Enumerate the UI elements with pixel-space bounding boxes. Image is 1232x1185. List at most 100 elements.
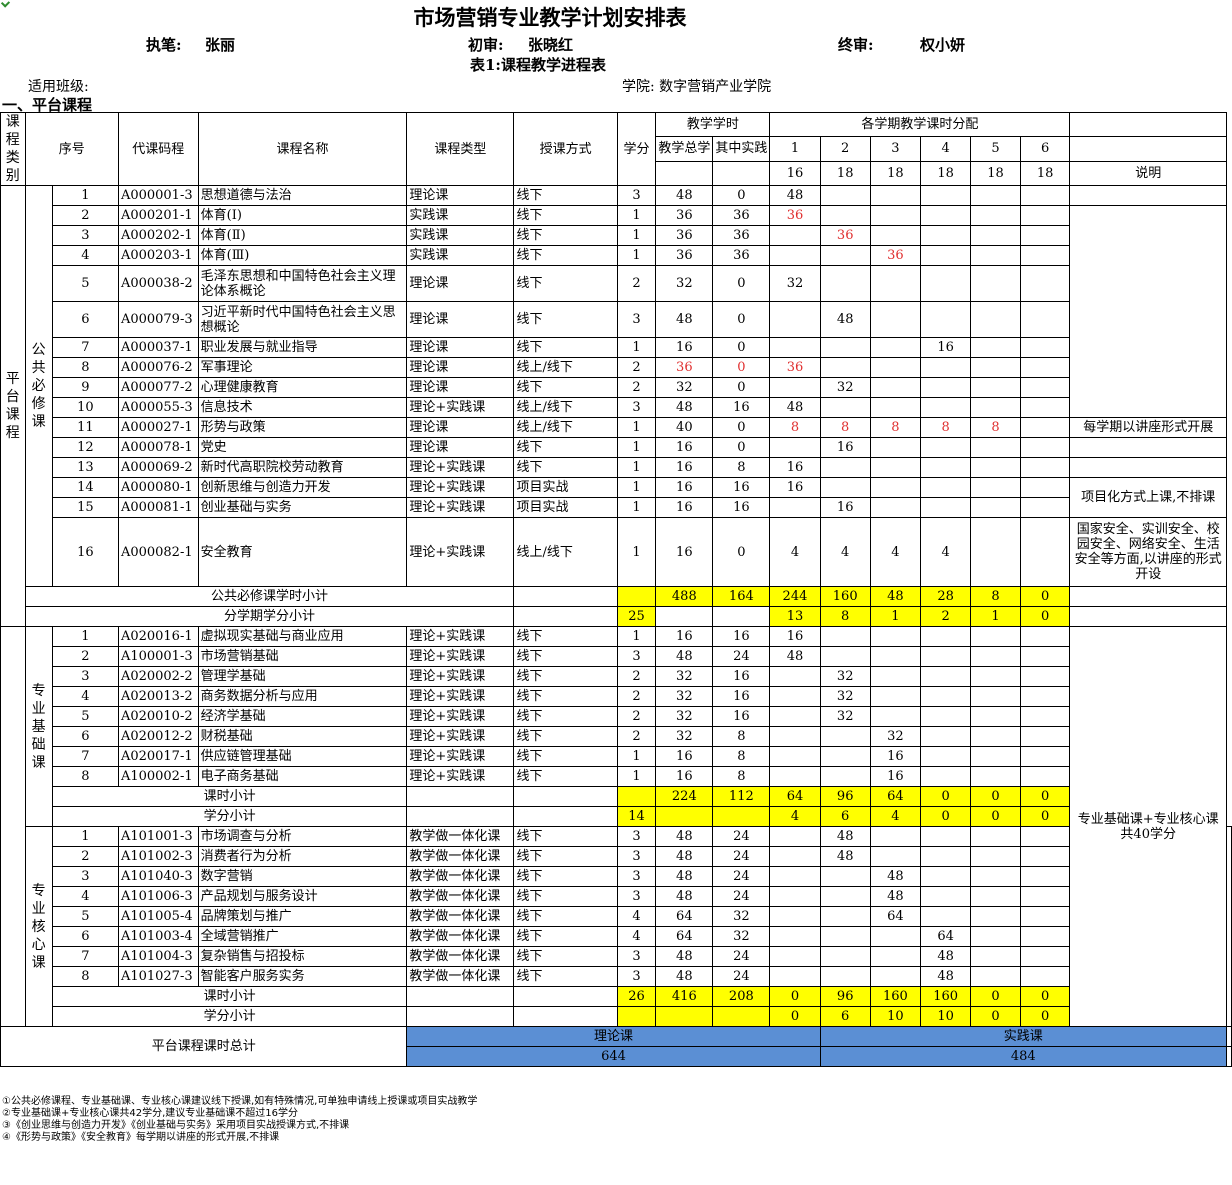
semester-hours-cell: 32	[819, 377, 871, 398]
practice-hours: 24	[712, 866, 771, 887]
course-code: A000069-2	[117, 457, 199, 478]
subtotal-semester: 64	[869, 786, 922, 807]
course-no: 2	[51, 846, 119, 867]
course-code: A101003-4	[117, 926, 199, 947]
course-credit: 1	[616, 626, 657, 647]
semester-hours-cell	[869, 646, 922, 667]
course-no: 3	[51, 666, 119, 687]
semester-hours-cell: 48	[920, 966, 972, 987]
table-row: 4 A020013-2 商务数据分析与应用 理论+实践课 线下 2 32 16 32	[1, 686, 1232, 707]
subtotal-semester: 160	[920, 986, 972, 1007]
note-cell	[1226, 826, 1232, 1027]
course-code: A000202-1	[117, 225, 199, 246]
course-no: 12	[51, 437, 119, 458]
practice-hours: 24	[712, 646, 771, 667]
course-credit: 1	[616, 225, 657, 246]
subtotal-semester: 0	[769, 1006, 821, 1027]
semester-hours-cell: 48	[819, 301, 871, 338]
total-hours: 16	[655, 746, 714, 767]
subtotal-practice: 164	[712, 586, 771, 607]
course-type: 理论+实践课	[406, 477, 515, 498]
course-code: A100001-3	[117, 646, 199, 667]
table-row: 4 A000203-1 体育(Ⅲ) 实践课 线下 1 36 36 36	[1, 245, 1232, 266]
semester-hours-cell	[970, 205, 1021, 226]
semester-hours-cell	[920, 497, 972, 518]
semester-hours-cell: 16	[869, 766, 922, 787]
table-row: 5 A000038-2 毛泽东思想和中国特色社会主义理论体系概论 理论课 线下 2 32 0 3…	[1, 265, 1232, 302]
semester-hours-cell	[769, 686, 821, 707]
semester-hours-cell	[920, 397, 972, 418]
subtotal-semester: 13	[769, 606, 821, 627]
semester-hours-cell	[920, 437, 972, 458]
semester-hours-cell: 48	[769, 185, 821, 206]
semester-hours-cell	[819, 966, 871, 987]
header-semester: 6	[1019, 136, 1071, 162]
course-type: 理论课	[406, 357, 515, 378]
total-hours: 16	[655, 626, 714, 647]
course-type: 教学做一体化课	[406, 926, 515, 947]
group-public: 公共必修课	[24, 185, 53, 587]
course-name: 消费者行为分析	[197, 846, 408, 867]
course-name: 复杂销售与招投标	[197, 946, 408, 967]
note-cell	[1069, 586, 1227, 607]
semester-hours-cell	[970, 706, 1021, 727]
total-hours: 48	[655, 946, 714, 967]
course-code: A101001-3	[117, 826, 199, 847]
semester-hours-cell	[1019, 886, 1071, 907]
note-cell	[1069, 185, 1227, 206]
subtotal-credit: 25	[616, 606, 657, 627]
semester-hours-cell	[1019, 357, 1071, 378]
course-name: 全域营销推广	[197, 926, 408, 947]
course-no: 2	[51, 646, 119, 667]
practice-total-label: 实践课	[819, 1026, 1228, 1047]
teaching-mode: 线上/线下	[513, 517, 618, 587]
subtotal-semester: 0	[970, 986, 1021, 1007]
course-type: 理论+实践课	[406, 457, 515, 478]
header-weeks: 18	[970, 160, 1021, 187]
course-no: 13	[51, 457, 119, 478]
semester-hours-cell: 48	[769, 646, 821, 667]
total-hours: 16	[655, 477, 714, 498]
course-type: 实践课	[406, 225, 515, 246]
semester-hours-cell	[819, 886, 871, 907]
blank	[712, 806, 771, 827]
subtotal-semester: 0	[920, 786, 972, 807]
table-row: 8 A101027-3 智能客户服务实务 教学做一体化课 线下 3 48 24 48	[1, 966, 1232, 987]
header-teaching-mode: 授课方式	[513, 112, 618, 186]
course-credit: 3	[616, 866, 657, 887]
semester-hours-cell: 16	[819, 497, 871, 518]
course-no: 11	[51, 417, 119, 438]
semester-hours-cell: 4	[869, 517, 922, 587]
course-no: 4	[51, 245, 119, 266]
semester-hours-cell: 48	[769, 397, 821, 418]
semester-hours-cell	[769, 497, 821, 518]
course-code: A100002-1	[117, 766, 199, 787]
subtotal-semester: 64	[769, 786, 821, 807]
teaching-mode: 项目实战	[513, 497, 618, 518]
total-hours: 32	[655, 726, 714, 747]
subtotal-semester: 4	[769, 806, 821, 827]
course-code: A020017-1	[117, 746, 199, 767]
semester-hours-cell: 48	[869, 886, 922, 907]
semester-hours-cell: 8	[819, 417, 871, 438]
footnote: ③《创业思维与创造力开发》《创业基础与实务》采用项目实战授课方式,不排课	[2, 1120, 350, 1131]
blank	[513, 986, 618, 1007]
course-no: 6	[51, 726, 119, 747]
table-row: 6 A000079-3 习近平新时代中国特色社会主义思想概论 理论课 线下 3 48 0 48	[1, 301, 1232, 338]
semester-hours-cell	[869, 826, 922, 847]
practice-hours: 0	[712, 337, 771, 358]
semester-hours-cell	[1019, 686, 1071, 707]
teaching-mode: 项目实战	[513, 477, 618, 498]
course-no: 6	[51, 926, 119, 947]
note-cell: 国家安全、实训安全、校园安全、网络安全、生活安全等方面,以讲座的形式开设	[1069, 517, 1227, 587]
course-credit: 2	[616, 706, 657, 727]
course-code: A000080-1	[117, 477, 199, 498]
practice-hours: 36	[712, 245, 771, 266]
header-semester: 2	[819, 136, 871, 162]
blank	[712, 606, 771, 627]
course-credit: 1	[616, 517, 657, 587]
teaching-mode: 线下	[513, 646, 618, 667]
semester-hours-cell	[1019, 457, 1071, 478]
semester-hours-cell	[1019, 265, 1071, 302]
semester-hours-cell: 8	[869, 417, 922, 438]
